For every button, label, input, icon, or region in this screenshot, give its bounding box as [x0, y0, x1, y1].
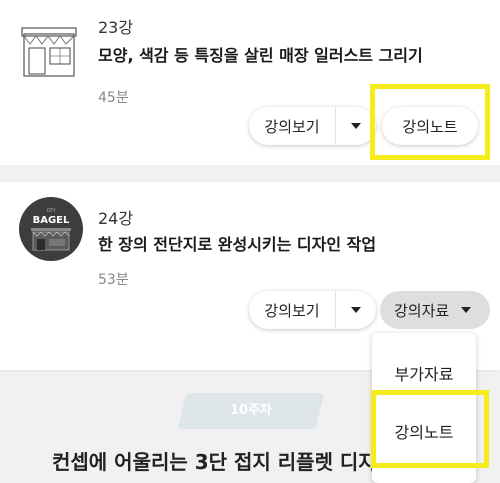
- lesson-title: 한 장의 전단지로 완성시키는 디자인 작업: [98, 235, 377, 254]
- dropdown-item-extra-material[interactable]: 부가자료: [372, 361, 476, 385]
- view-options-button[interactable]: [336, 291, 376, 329]
- lesson-duration: 45분: [98, 90, 129, 106]
- lecture-note-button[interactable]: 강의노트: [382, 107, 478, 145]
- svg-text:CITY: CITY: [47, 208, 56, 213]
- lecture-material-button[interactable]: 강의자료: [380, 291, 490, 329]
- view-lecture-split-button: 강의보기: [249, 107, 376, 145]
- week-badge: 10주차: [229, 403, 272, 418]
- lecture-note-label: 강의노트: [402, 117, 458, 136]
- caret-down-icon: [461, 307, 472, 313]
- lesson-card-23: 23강 모양, 색감 등 특징을 살린 매장 일러스트 그리기 45분 강의보기…: [0, 0, 500, 165]
- section-title: 컨셉에 어울리는 3단 접지 리플렛 디자인: [52, 450, 396, 474]
- highlight-box: [371, 390, 489, 468]
- storefront-illustration-icon: [18, 18, 80, 80]
- lesson-title: 모양, 색감 등 특징을 살린 매장 일러스트 그리기: [98, 46, 423, 65]
- lesson-duration: 53분: [98, 272, 129, 288]
- lesson-number: 24강: [98, 209, 134, 228]
- view-lecture-button[interactable]: 강의보기: [249, 300, 335, 321]
- bagel-shop-logo-icon: CITY BAGEL: [18, 196, 84, 262]
- caret-down-icon: [351, 123, 361, 129]
- logo-lettering: BAGEL: [33, 215, 70, 226]
- view-lecture-split-button: 강의보기: [249, 291, 376, 329]
- lesson-number: 23강: [98, 18, 134, 37]
- caret-down-icon: [351, 307, 361, 313]
- lecture-material-label: 강의자료: [394, 301, 450, 320]
- view-lecture-button[interactable]: 강의보기: [249, 116, 335, 137]
